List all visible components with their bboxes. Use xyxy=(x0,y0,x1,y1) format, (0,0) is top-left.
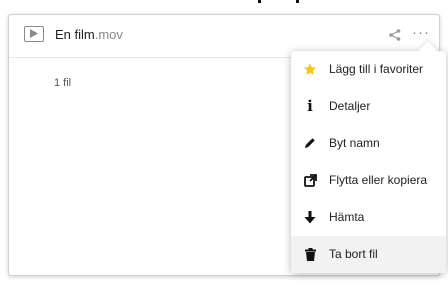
file-actions-menu: Lägg till i favoriter i Detaljer Byt nam… xyxy=(291,51,446,273)
star-icon xyxy=(302,61,318,77)
menu-item-label: Lägg till i favoriter xyxy=(329,62,424,76)
menu-item-details[interactable]: i Detaljer xyxy=(291,88,446,125)
menu-item-rename[interactable]: Byt namn xyxy=(291,125,446,162)
pencil-icon xyxy=(302,135,318,151)
file-extension: .mov xyxy=(94,27,123,42)
file-name[interactable]: En film.mov xyxy=(55,27,123,42)
menu-item-label: Hämta xyxy=(329,210,365,224)
menu-item-delete-file[interactable]: Ta bort fil xyxy=(291,236,446,273)
top-edge-marks xyxy=(0,0,448,8)
file-count: 1 fil xyxy=(54,77,72,89)
menu-item-add-favorite[interactable]: Lägg till i favoriter xyxy=(291,51,446,88)
menu-item-label: Flytta eller kopiera xyxy=(329,173,428,187)
info-icon: i xyxy=(307,97,313,115)
share-icon[interactable] xyxy=(389,28,401,46)
file-basename: En film xyxy=(55,27,95,42)
menu-item-label: Ta bort fil xyxy=(329,247,378,261)
menu-item-move-copy[interactable]: Flytta eller kopiera xyxy=(291,162,446,199)
download-icon xyxy=(302,209,318,225)
menu-item-label: Byt namn xyxy=(329,136,380,150)
trash-icon xyxy=(302,246,318,262)
external-link-icon xyxy=(302,172,318,188)
menu-item-label: Detaljer xyxy=(329,99,371,113)
video-file-icon xyxy=(24,26,44,42)
menu-item-download[interactable]: Hämta xyxy=(291,199,446,236)
